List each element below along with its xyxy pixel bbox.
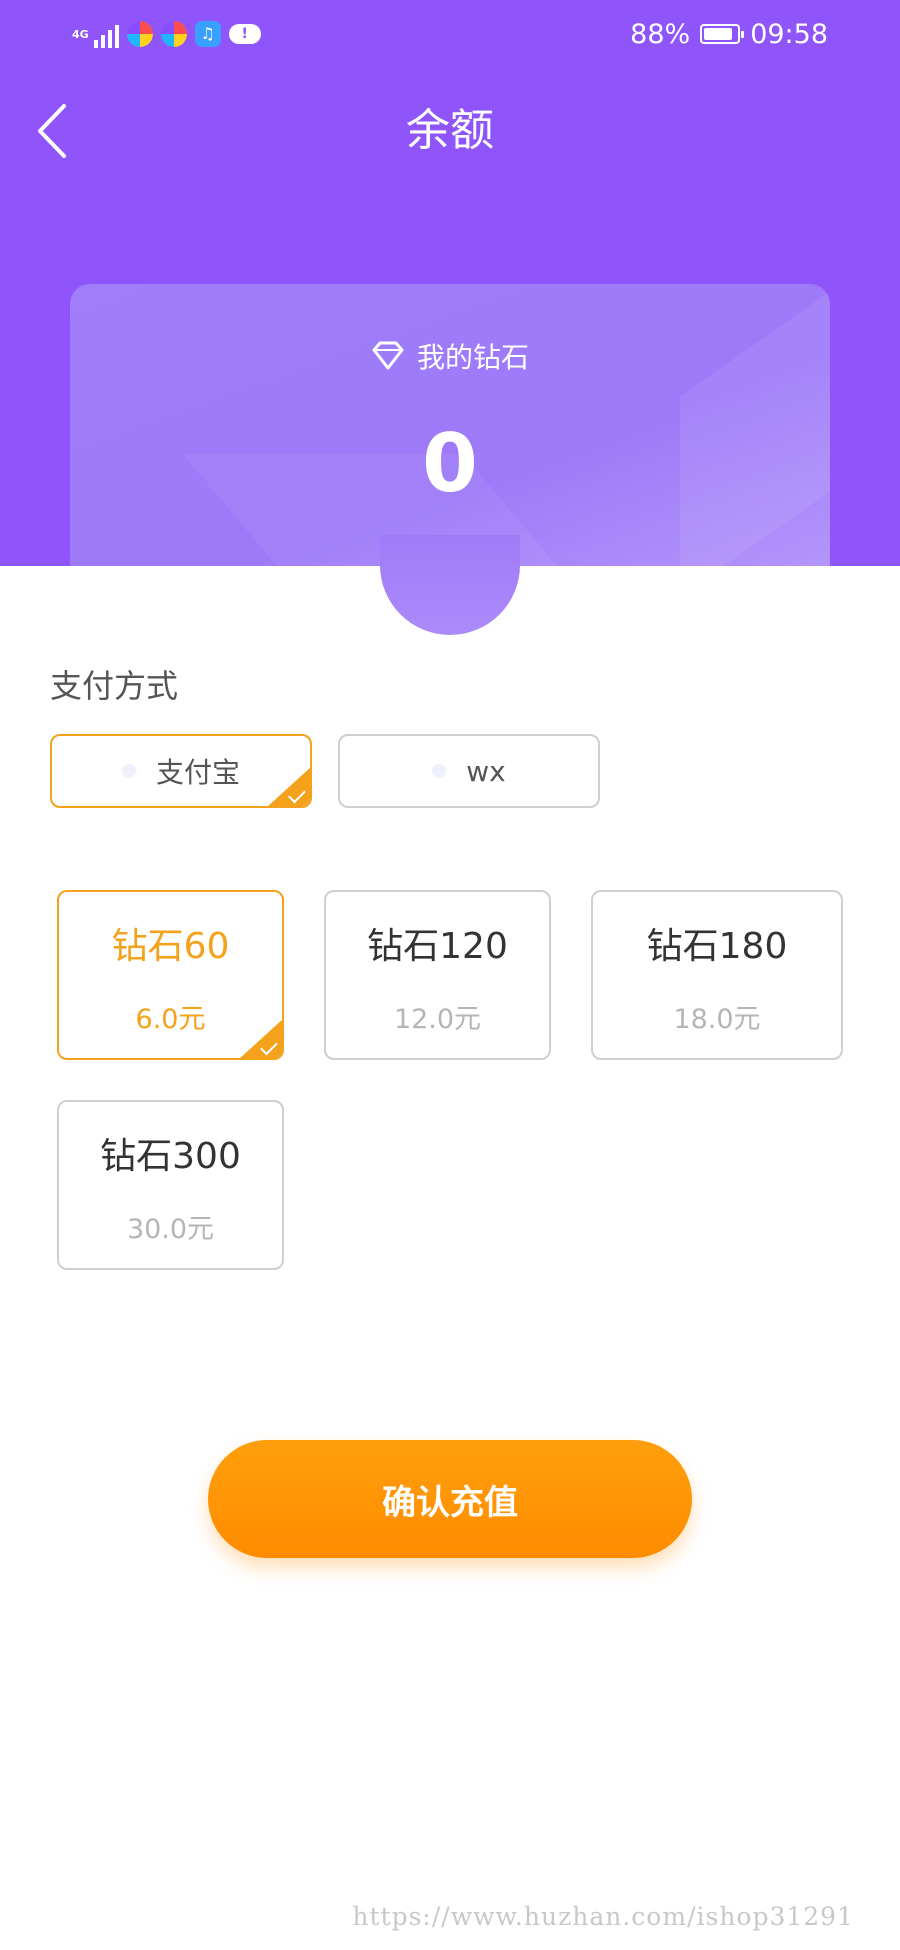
package-diamond-300[interactable]: 钻石300 30.0元 [57, 1100, 284, 1270]
status-icons-right: 88% 09:58 [630, 14, 828, 54]
page-title: 余额 [406, 105, 494, 156]
package-name: 钻石300 [100, 1136, 241, 1177]
package-name: 钻石120 [367, 926, 508, 967]
battery-icon [700, 24, 745, 44]
confirm-recharge-button[interactable]: 确认充值 [208, 1440, 692, 1558]
package-price: 12.0元 [393, 1004, 482, 1035]
app-icon [126, 21, 153, 47]
watermark: https://www.huzhan.com/ishop31291 [352, 1902, 854, 1931]
payment-option-alipay[interactable]: 支付宝 [50, 734, 312, 808]
signal-icon: 4G [72, 20, 119, 48]
package-price: 30.0元 [126, 1214, 215, 1245]
package-name: 钻石60 [111, 926, 230, 967]
package-price: 18.0元 [673, 1004, 761, 1035]
music-app-icon: ♫ [194, 21, 221, 47]
payment-option-label: 支付宝 [155, 756, 240, 789]
diamond-icon [372, 341, 404, 370]
app-icon [160, 21, 187, 47]
balance-label-row: 我的钻石 [70, 336, 830, 376]
balance-label: 我的钻石 [416, 341, 529, 374]
package-diamond-180[interactable]: 钻石180 18.0元 [591, 890, 843, 1060]
payment-option-label: wx [466, 754, 506, 788]
network-type: 4G [72, 27, 89, 41]
clock: 09:58 [750, 18, 828, 50]
selected-check-icon [239, 1019, 282, 1058]
balance-value: 0 [422, 417, 478, 510]
selected-check-icon [267, 767, 310, 806]
status-bar: 4G ♫ ! 88% 09:58 [0, 0, 900, 68]
status-icons-left: 4G ♫ ! [72, 16, 261, 52]
payment-option-wx[interactable]: wx [338, 734, 600, 808]
battery-level [704, 28, 733, 40]
payment-method-label: 支付方式 [50, 667, 179, 705]
battery-percent: 88% [630, 18, 691, 50]
package-diamond-60[interactable]: 钻石60 6.0元 [57, 890, 284, 1060]
alipay-icon [121, 764, 136, 778]
cloud-alert-icon: ! [228, 24, 261, 44]
package-diamond-120[interactable]: 钻石120 12.0元 [324, 890, 551, 1060]
wx-icon [432, 764, 447, 778]
package-name: 钻石180 [646, 926, 788, 967]
